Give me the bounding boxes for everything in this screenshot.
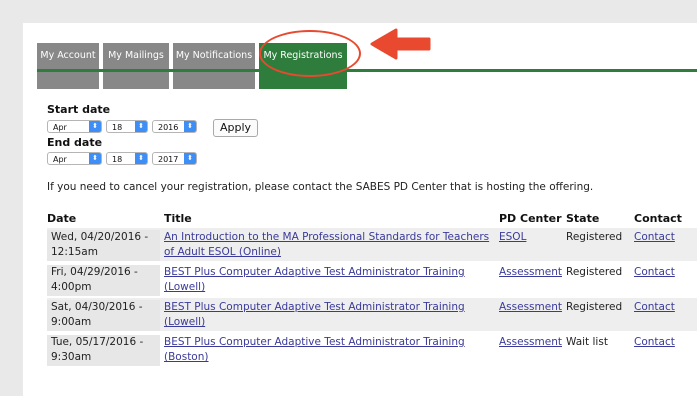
date-cell: Tue, 05/17/2016 -9:30am xyxy=(47,335,160,366)
tab-underline xyxy=(37,69,697,72)
state-text: Registered xyxy=(566,301,623,313)
title-link[interactable]: BEST Plus Computer Adaptive Test Adminis… xyxy=(164,335,504,365)
pd-center-link[interactable]: ESOL xyxy=(499,230,526,245)
chevron-down-icon: ⬍ xyxy=(135,121,147,132)
state-text: Wait list xyxy=(566,336,608,348)
tab-my-mailings[interactable]: My Mailings xyxy=(103,43,169,89)
chevron-down-icon: ⬍ xyxy=(89,153,101,164)
start-month-select[interactable]: Apr ⬍ xyxy=(47,120,102,133)
date-cell: Fri, 04/29/2016 -4:00pm xyxy=(47,265,160,296)
tab-my-notifications[interactable]: My Notifications xyxy=(173,43,255,89)
title-link[interactable]: An Introduction to the MA Professional S… xyxy=(164,230,504,260)
header-state: State xyxy=(566,212,600,225)
state-text: Registered xyxy=(566,231,623,243)
table-row: Fri, 04/29/2016 -4:00pm BEST Plus Comput… xyxy=(47,263,697,296)
end-date-label: End date xyxy=(47,136,103,149)
start-year-select[interactable]: 2016 ⬍ xyxy=(152,120,197,133)
pd-center-link[interactable]: Assessment xyxy=(499,265,562,280)
date-cell: Wed, 04/20/2016 -12:15am xyxy=(47,230,160,261)
end-day-select[interactable]: 18 ⬍ xyxy=(106,152,148,165)
pd-center-link[interactable]: Assessment xyxy=(499,335,562,350)
apply-button[interactable]: Apply xyxy=(213,119,258,137)
start-day-select[interactable]: 18 ⬍ xyxy=(106,120,148,133)
state-text: Registered xyxy=(566,266,623,278)
start-date-label: Start date xyxy=(47,103,111,116)
cancel-notice: If you need to cancel your registration,… xyxy=(47,181,594,193)
chevron-down-icon: ⬍ xyxy=(135,153,147,164)
title-link[interactable]: BEST Plus Computer Adaptive Test Adminis… xyxy=(164,300,504,330)
table-row: Tue, 05/17/2016 -9:30am BEST Plus Comput… xyxy=(47,333,697,366)
header-pd-center: PD Center xyxy=(499,212,562,225)
date-cell: Sat, 04/30/2016 -9:00am xyxy=(47,300,160,331)
contact-link[interactable]: Contact xyxy=(634,230,675,245)
header-title: Title xyxy=(164,212,192,225)
header-contact: Contact xyxy=(634,212,682,225)
pd-center-link[interactable]: Assessment xyxy=(499,300,562,315)
chevron-down-icon: ⬍ xyxy=(89,121,101,132)
chevron-down-icon: ⬍ xyxy=(184,121,196,132)
end-year-select[interactable]: 2017 ⬍ xyxy=(152,152,197,165)
highlight-circle xyxy=(259,30,361,77)
end-month-select[interactable]: Apr ⬍ xyxy=(47,152,102,165)
pointer-arrow-icon xyxy=(370,28,431,60)
chevron-down-icon: ⬍ xyxy=(184,153,196,164)
title-link[interactable]: BEST Plus Computer Adaptive Test Adminis… xyxy=(164,265,504,295)
content-panel: My Account My Mailings My Notifications … xyxy=(23,23,697,396)
contact-link[interactable]: Contact xyxy=(634,300,675,315)
table-row: Wed, 04/20/2016 -12:15am An Introduction… xyxy=(47,228,697,261)
contact-link[interactable]: Contact xyxy=(634,265,675,280)
header-date: Date xyxy=(47,212,77,225)
contact-link[interactable]: Contact xyxy=(634,335,675,350)
table-row: Sat, 04/30/2016 -9:00am BEST Plus Comput… xyxy=(47,298,697,331)
tab-my-account[interactable]: My Account xyxy=(37,43,99,89)
